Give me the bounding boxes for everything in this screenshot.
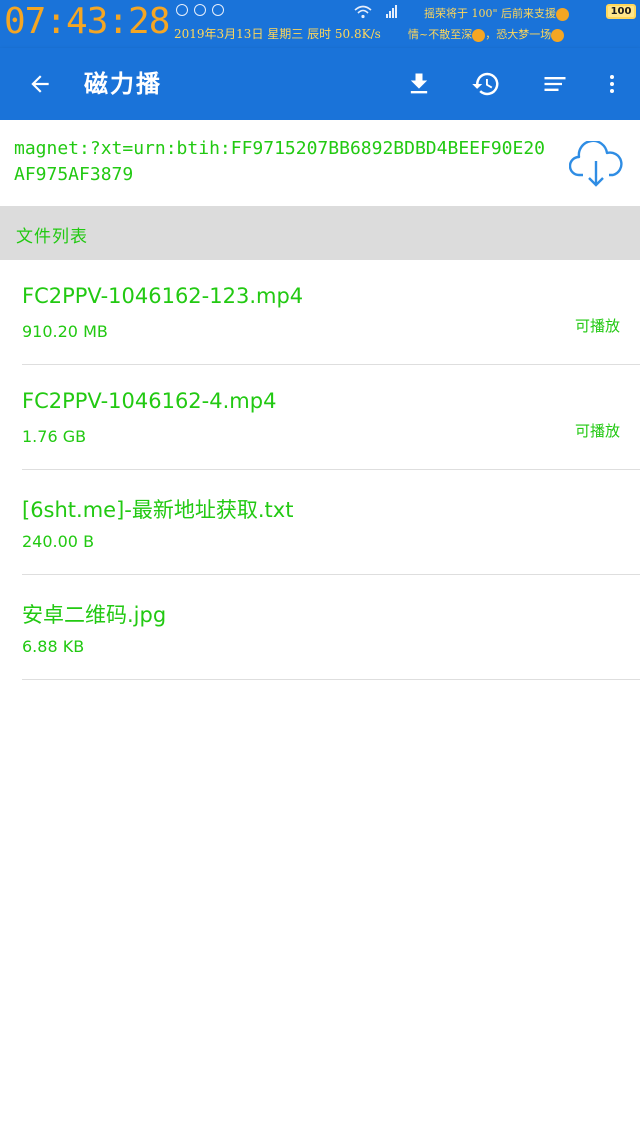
cloud-download-icon	[569, 141, 623, 187]
file-list-title: 文件列表	[16, 227, 88, 247]
magnet-link[interactable]: magnet:?xt=urn:btih:FF9715207BB6892BDBD4…	[14, 136, 554, 188]
notification-icons	[176, 4, 224, 16]
file-name: FC2PPV-1046162-123.mp4	[22, 284, 304, 308]
shield-icon	[176, 4, 188, 16]
file-list-header: 文件列表	[0, 206, 640, 260]
file-size: 910.20 MB	[22, 322, 108, 341]
emoji-icon	[472, 28, 486, 42]
signal-icon	[386, 4, 397, 18]
list-item[interactable]: 安卓二维码.jpg 6.88 KB	[22, 575, 640, 680]
page-title: 磁力播	[84, 69, 162, 98]
status-bar: 07:43:28 2019年3月13日 星期三 辰时 50.8K/s 摇荣将于 …	[0, 0, 640, 48]
download-icon	[410, 73, 428, 94]
status-note-bottom-tail: ，恐大梦一场	[485, 28, 552, 41]
file-list: FC2PPV-1046162-123.mp4 910.20 MB 可播放 FC2…	[0, 260, 640, 680]
file-size: 1.76 GB	[22, 427, 87, 446]
hand-icon	[212, 4, 224, 16]
more-vert-icon	[610, 75, 614, 93]
playable-badge: 可播放	[574, 422, 620, 440]
status-note-bottom: 情~不散至深 ，恐大梦一场	[408, 26, 565, 42]
download-button[interactable]	[397, 62, 441, 106]
file-size: 240.00 B	[22, 532, 95, 551]
wechat-icon	[194, 4, 206, 16]
battery-icon: 100	[606, 4, 636, 19]
file-name: 安卓二维码.jpg	[22, 603, 167, 627]
emoji-icon	[551, 28, 565, 42]
sort-button[interactable]	[533, 62, 577, 106]
more-button[interactable]	[590, 62, 634, 106]
file-name: [6sht.me]-最新地址获取.txt	[22, 498, 294, 522]
cloud-download-button[interactable]	[566, 138, 626, 192]
list-item[interactable]: FC2PPV-1046162-123.mp4 910.20 MB 可播放	[22, 260, 640, 365]
status-clock: 07:43:28	[4, 1, 170, 42]
status-right: 100	[354, 4, 636, 19]
list-item[interactable]: FC2PPV-1046162-4.mp4 1.76 GB 可播放	[22, 365, 640, 470]
history-icon	[472, 72, 499, 96]
wifi-icon	[354, 5, 372, 18]
status-note-bottom-text: 情~不散至深	[408, 28, 473, 41]
app-bar: 磁力播	[0, 48, 640, 120]
file-size: 6.88 KB	[22, 637, 85, 656]
playable-badge: 可播放	[574, 317, 620, 335]
history-button[interactable]	[464, 62, 508, 106]
file-name: FC2PPV-1046162-4.mp4	[22, 389, 277, 413]
back-arrow-icon	[31, 75, 49, 93]
status-date: 2019年3月13日 星期三 辰时 50.8K/s	[174, 27, 381, 41]
back-button[interactable]	[20, 66, 60, 102]
sort-icon	[544, 77, 566, 91]
list-item[interactable]: [6sht.me]-最新地址获取.txt 240.00 B	[22, 470, 640, 575]
magnet-card: magnet:?xt=urn:btih:FF9715207BB6892BDBD4…	[0, 120, 640, 206]
